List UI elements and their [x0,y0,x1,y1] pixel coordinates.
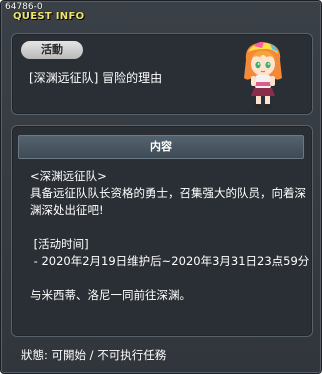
description-line: 与米西蒂、洛尼一同前往深渊。 [30,288,191,302]
description-line: [活动时间] [30,237,89,251]
content-header: 内容 [18,135,304,159]
description-line: 具备远征队队长资格的勇士，召集强大的队员，向着深渊深处出征吧! [30,186,306,217]
description-line [30,270,312,287]
description-line: - 2020年2月19日维护后~2020年3月31日23点59分 [30,254,310,268]
event-badge: 活動 [21,41,83,59]
title-bar[interactable]: 64786-0 QUEST INFO [3,1,319,23]
event-panel: 活動 [深渊远征队] 冒险的理由 [11,33,313,115]
window-title: QUEST INFO [13,11,85,22]
npc-avatar-icon [244,41,282,109]
content-panel[interactable]: 内容 <深渊远征队> 具备远征队队长资格的勇士，召集强大的队员，向着深渊深处出征… [11,125,313,337]
quest-info-window: 64786-0 QUEST INFO 活動 [深渊远征队] 冒险的理由 内容 <… [0,0,322,374]
quest-status: 狀態: 可開始 / 不可执行任務 [21,348,167,362]
description-line [30,219,312,236]
quest-title: [深渊远征队] 冒险的理由 [29,71,163,85]
quest-description: <深渊远征队> 具备远征队队长资格的勇士，召集强大的队员，向着深渊深处出征吧! … [30,168,312,304]
description-line: <深渊远征队> [30,169,107,183]
